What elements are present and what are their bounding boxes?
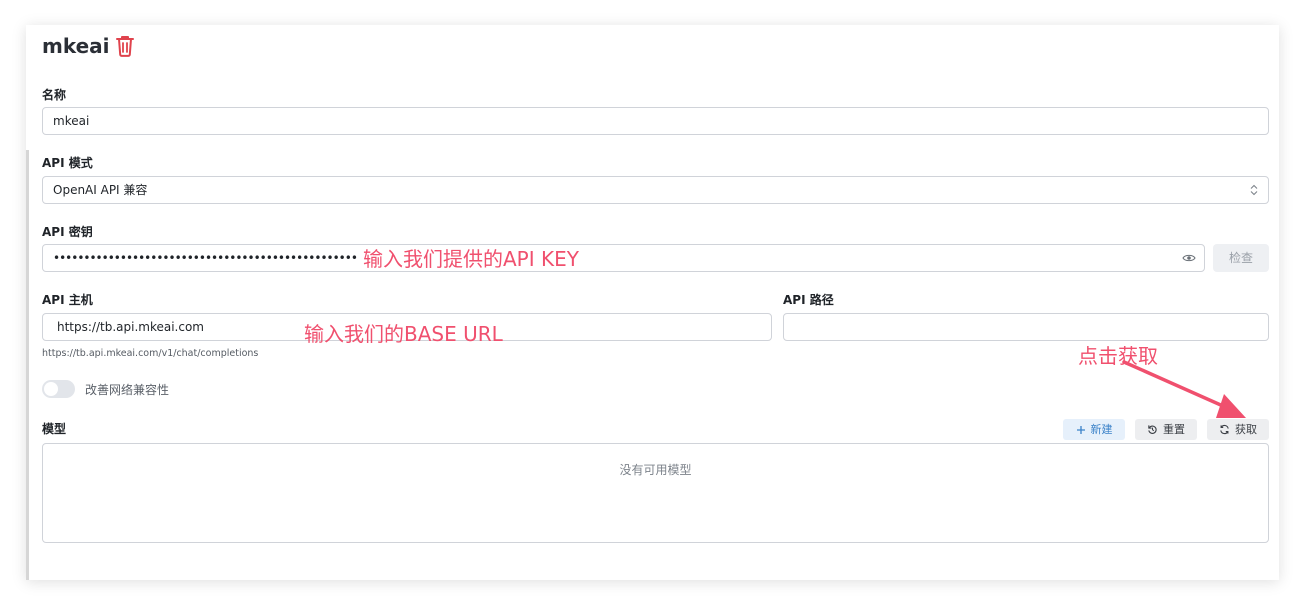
api-key-input[interactable]: ••••••••••••••••••••••••••••••••••••••••…	[42, 244, 1205, 272]
name-label: 名称	[42, 88, 67, 102]
api-mode-value: OpenAI API 兼容	[53, 183, 148, 197]
annotation-arrow-icon	[1122, 360, 1246, 418]
check-button[interactable]: 检查	[1213, 244, 1269, 272]
api-mode-label: API 模式	[42, 156, 93, 170]
new-model-button[interactable]: 新建	[1063, 419, 1125, 440]
new-model-label: 新建	[1090, 423, 1113, 436]
panel-left-border	[26, 150, 29, 580]
models-list: 没有可用模型	[42, 443, 1269, 543]
models-empty-text: 没有可用模型	[619, 463, 692, 477]
api-host-hint: https://tb.api.mkeai.com/v1/chat/complet…	[42, 348, 259, 359]
api-host-label: API 主机	[42, 293, 93, 307]
network-compat-label: 改善网络兼容性	[85, 383, 170, 397]
api-key-label: API 密钥	[42, 225, 93, 239]
chevron-up-down-icon	[1250, 184, 1258, 196]
annotation-api-key: 输入我们提供的API KEY	[363, 247, 579, 271]
eye-icon[interactable]	[1182, 253, 1196, 263]
plus-icon	[1076, 425, 1085, 434]
trash-icon[interactable]	[114, 34, 136, 58]
name-input[interactable]	[42, 107, 1269, 135]
api-key-value: ••••••••••••••••••••••••••••••••••••••••…	[53, 251, 358, 265]
toggle-knob	[44, 382, 58, 396]
annotation-base-url: 输入我们的BASE URL	[304, 322, 503, 346]
network-compat-toggle[interactable]	[42, 380, 75, 398]
models-label: 模型	[42, 422, 67, 436]
api-path-label: API 路径	[783, 293, 834, 307]
provider-title: mkeai	[42, 34, 110, 58]
api-mode-select[interactable]: OpenAI API 兼容	[42, 176, 1269, 204]
api-path-input[interactable]	[783, 313, 1269, 341]
